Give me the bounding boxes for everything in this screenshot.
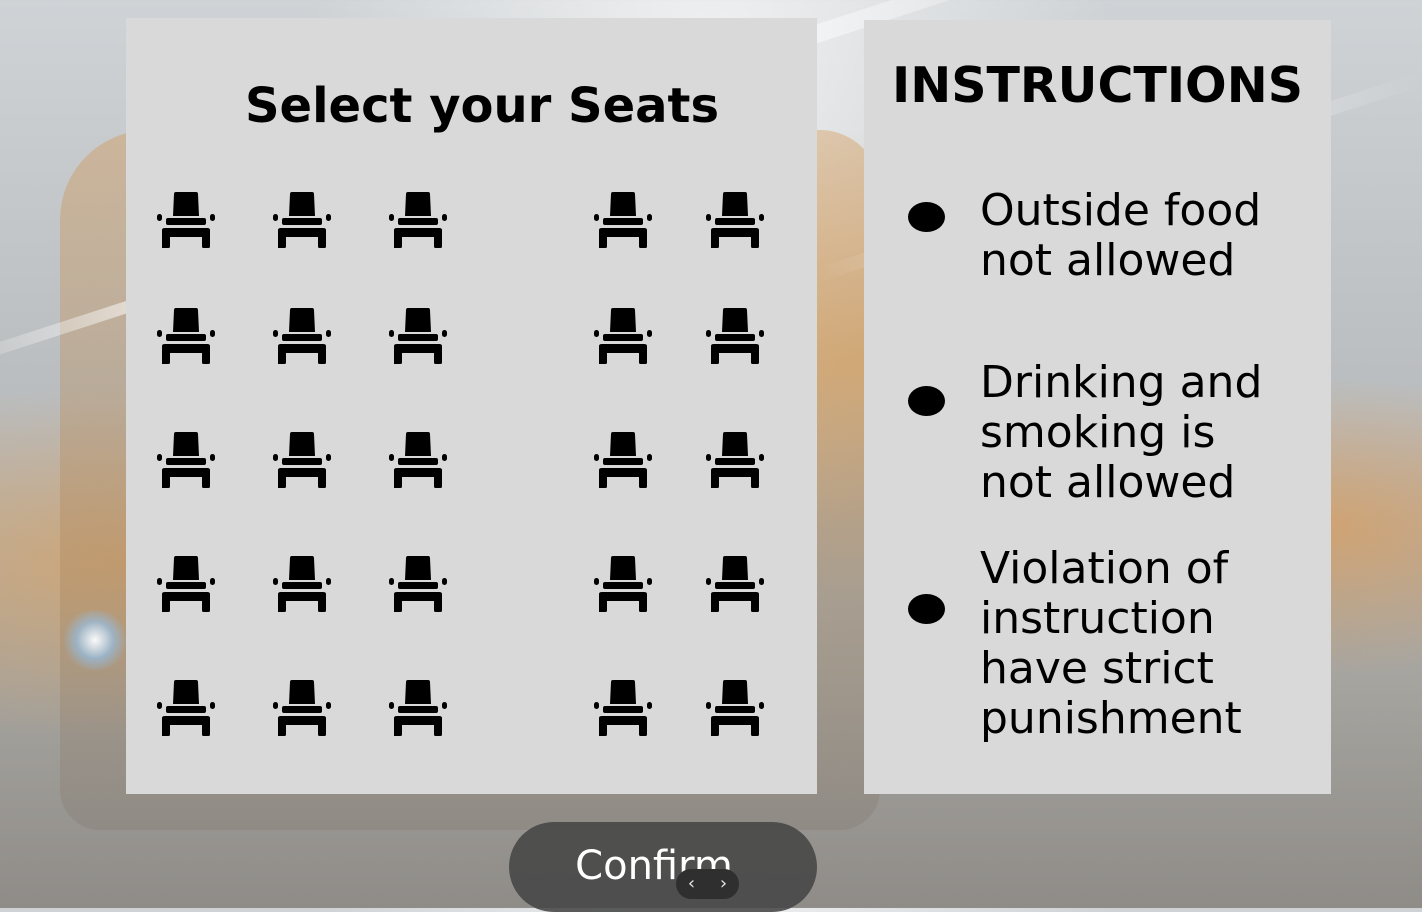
seat-button[interactable] (705, 554, 765, 614)
seat-button[interactable] (272, 306, 332, 366)
armchair-icon (594, 192, 652, 248)
seat-button[interactable] (593, 430, 653, 490)
chevron-right-icon[interactable]: › (708, 869, 739, 899)
instruction-text: Violation of instruction have strict pun… (980, 543, 1242, 744)
chevron-left-icon[interactable]: ‹ (676, 869, 707, 899)
seat-button[interactable] (593, 554, 653, 614)
seat-button[interactable] (272, 554, 332, 614)
armchair-icon (157, 432, 215, 488)
seat-button[interactable] (156, 190, 216, 250)
armchair-icon (706, 308, 764, 364)
bullet-icon (908, 594, 945, 624)
armchair-icon (594, 308, 652, 364)
confirm-button-label: Confirm (575, 843, 733, 889)
instruction-text: Outside food not allowed (980, 185, 1262, 286)
seat-button[interactable] (388, 554, 448, 614)
seat-button[interactable] (156, 678, 216, 738)
seat-selection-panel: Select your Seats (126, 18, 817, 794)
armchair-icon (706, 680, 764, 736)
seat-button[interactable] (705, 430, 765, 490)
armchair-icon (389, 680, 447, 736)
armchair-icon (273, 432, 331, 488)
seat-button[interactable] (156, 554, 216, 614)
seat-button[interactable] (272, 190, 332, 250)
armchair-icon (157, 680, 215, 736)
armchair-icon (706, 556, 764, 612)
armchair-icon (389, 556, 447, 612)
seat-button[interactable] (705, 306, 765, 366)
armchair-icon (389, 308, 447, 364)
armchair-icon (389, 192, 447, 248)
armchair-icon (594, 432, 652, 488)
seat-button[interactable] (705, 190, 765, 250)
seat-button[interactable] (272, 678, 332, 738)
armchair-icon (594, 556, 652, 612)
seat-button[interactable] (593, 678, 653, 738)
seat-button[interactable] (272, 430, 332, 490)
armchair-icon (706, 432, 764, 488)
instruction-text: Drinking and smoking is not allowed (980, 357, 1263, 508)
instructions-panel: INSTRUCTIONS Outside food not allowed Dr… (864, 20, 1331, 794)
armchair-icon (273, 308, 331, 364)
instructions-title: INSTRUCTIONS (891, 57, 1304, 114)
seat-button[interactable] (593, 190, 653, 250)
armchair-icon (157, 556, 215, 612)
bullet-icon (908, 386, 945, 416)
seat-selection-title: Select your Seats (244, 78, 720, 134)
seat-button[interactable] (388, 190, 448, 250)
seat-button[interactable] (388, 430, 448, 490)
seat-button[interactable] (156, 430, 216, 490)
armchair-icon (594, 680, 652, 736)
armchair-icon (273, 556, 331, 612)
seat-button[interactable] (593, 306, 653, 366)
seat-button[interactable] (388, 678, 448, 738)
seat-button[interactable] (156, 306, 216, 366)
armchair-icon (706, 192, 764, 248)
armchair-icon (389, 432, 447, 488)
slide-pager: ‹ › (676, 869, 739, 899)
bullet-icon (908, 202, 945, 232)
seat-button[interactable] (705, 678, 765, 738)
armchair-icon (273, 680, 331, 736)
armchair-icon (157, 308, 215, 364)
seat-button[interactable] (388, 306, 448, 366)
armchair-icon (273, 192, 331, 248)
armchair-icon (157, 192, 215, 248)
confirm-button[interactable]: Confirm (509, 822, 817, 912)
headlight-glow (60, 610, 130, 670)
